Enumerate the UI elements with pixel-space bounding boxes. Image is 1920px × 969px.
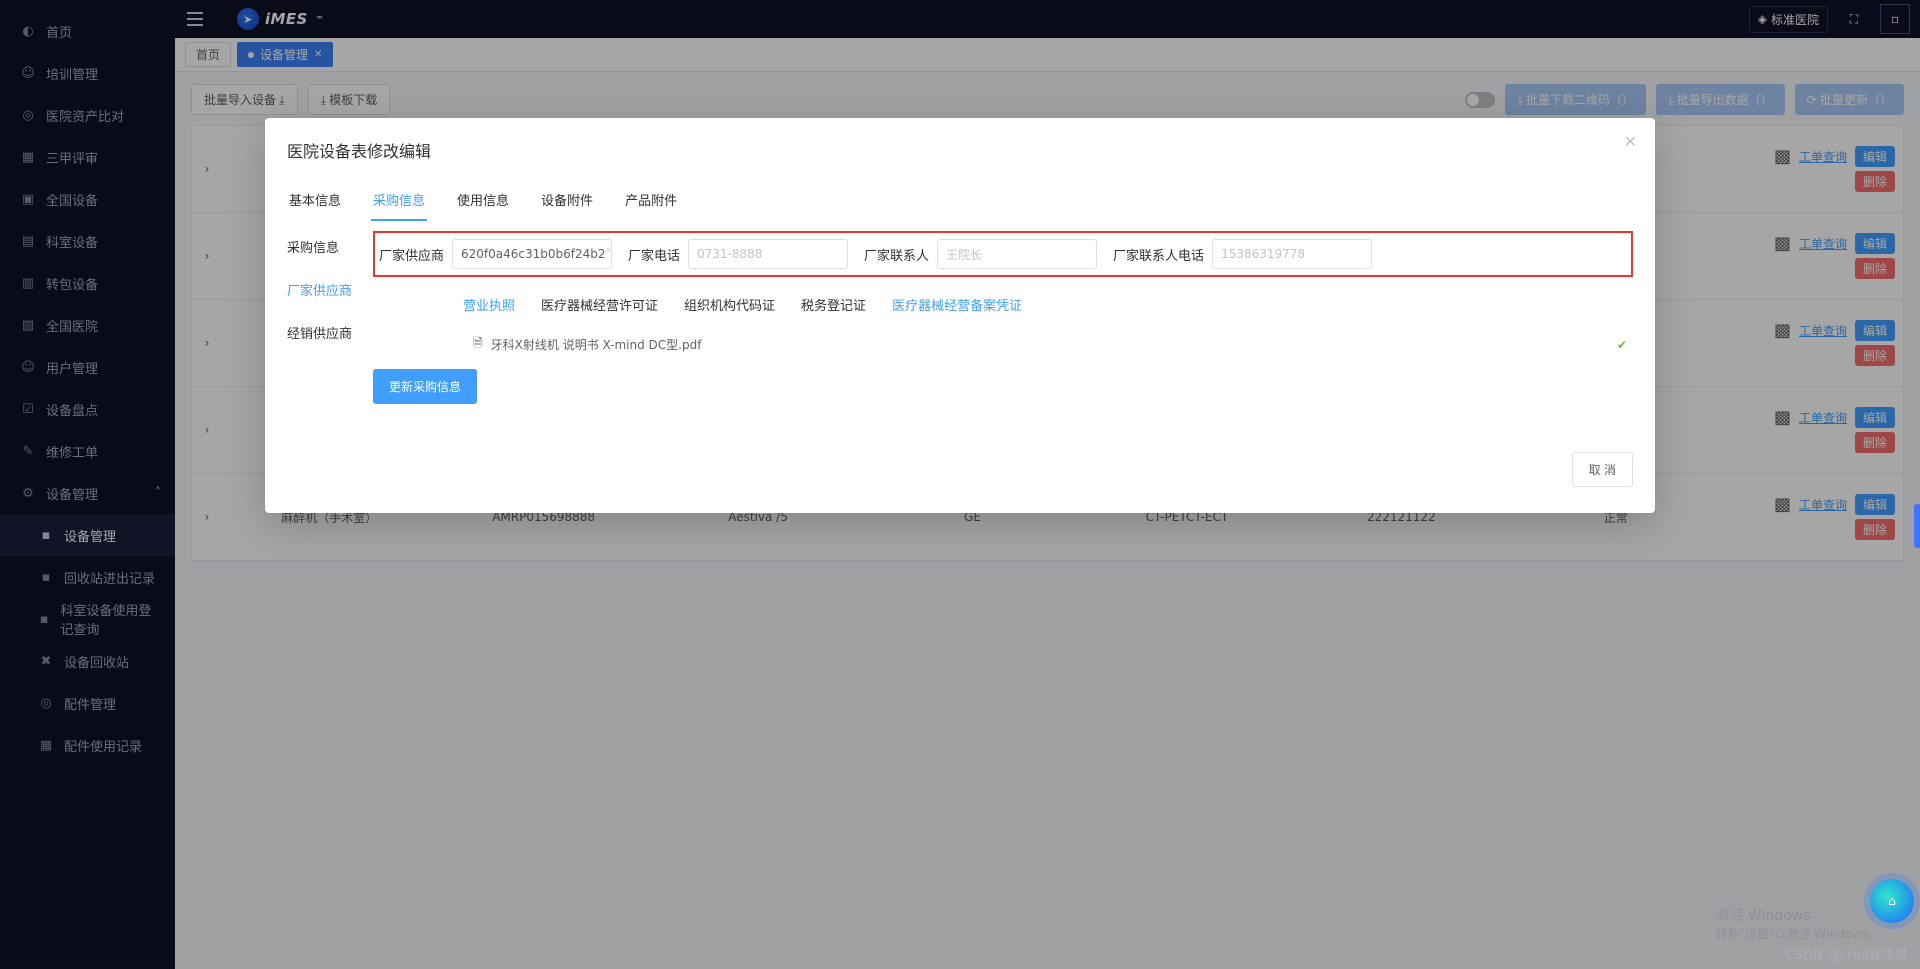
supplier-tel-input[interactable]: 0731-8888 [688, 239, 848, 269]
success-icon: ✔ [1617, 338, 1627, 352]
supplier-contact-label: 厂家联系人 [864, 245, 929, 264]
modal-vnav-item[interactable]: 采购信息 [287, 237, 367, 256]
supplier-tel-label: 厂家电话 [628, 245, 680, 264]
modal-tab[interactable]: 设备附件 [539, 180, 595, 221]
document-tab[interactable]: 医疗器械经营备案凭证 [892, 295, 1022, 314]
modal-vnav-item[interactable]: 经销供应商 [287, 323, 367, 342]
modal-vnav: 采购信息厂家供应商经销供应商 [287, 231, 367, 342]
document-tab[interactable]: 税务登记证 [801, 295, 866, 314]
edit-equipment-modal: 医院设备表修改编辑 ✕ 基本信息采购信息使用信息设备附件产品附件 采购信息厂家供… [265, 118, 1655, 513]
supplier-contact-input[interactable]: 王院长 [937, 239, 1097, 269]
modal-tab[interactable]: 产品附件 [623, 180, 679, 221]
supplier-contact-tel-label: 厂家联系人电话 [1113, 245, 1204, 264]
modal-tab[interactable]: 使用信息 [455, 180, 511, 221]
modal-overlay: 医院设备表修改编辑 ✕ 基本信息采购信息使用信息设备附件产品附件 采购信息厂家供… [0, 0, 1920, 969]
floating-home-button[interactable]: ⌂ [1870, 879, 1914, 923]
file-icon: 🗎 [473, 334, 483, 355]
update-purchase-button[interactable]: 更新采购信息 [373, 369, 477, 404]
document-tab[interactable]: 组织机构代码证 [684, 295, 775, 314]
document-tab[interactable]: 医疗器械经营许可证 [541, 295, 658, 314]
cancel-button[interactable]: 取 消 [1572, 452, 1633, 487]
chevron-down-icon: ˅ [606, 247, 612, 261]
modal-title: 医院设备表修改编辑 [287, 138, 1633, 162]
supplier-select[interactable]: 620f0a46c31b0b6f24b2 ˅ [452, 239, 612, 269]
attached-file[interactable]: 🗎 牙科X射线机 说明书 X-mind DC型.pdf ✔ [473, 334, 1633, 355]
document-tabs: 营业执照 医疗器械经营许可证 组织机构代码证 税务登记证 医疗器械经营备案凭证 [463, 295, 1633, 314]
modal-tabs: 基本信息采购信息使用信息设备附件产品附件 [287, 180, 1633, 221]
supplier-form-row: 厂家供应商 620f0a46c31b0b6f24b2 ˅ 厂家电话 0731-8… [373, 231, 1633, 277]
modal-close-button[interactable]: ✕ [1624, 132, 1637, 151]
document-tab[interactable]: 营业执照 [463, 295, 515, 314]
right-edge-tab[interactable] [1914, 504, 1920, 548]
modal-tab[interactable]: 基本信息 [287, 180, 343, 221]
supplier-label: 厂家供应商 [379, 245, 444, 264]
supplier-contact-tel-input[interactable]: 15386319778 [1212, 239, 1372, 269]
modal-tab[interactable]: 采购信息 [371, 180, 427, 221]
modal-vnav-item[interactable]: 厂家供应商 [287, 280, 367, 299]
